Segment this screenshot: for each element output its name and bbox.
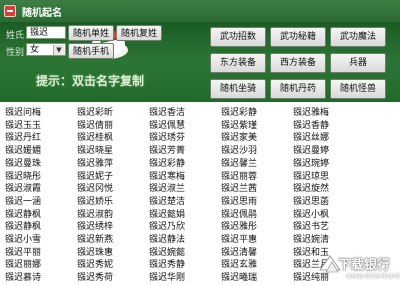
name-item[interactable]: 镪迟小雪: [5, 232, 41, 245]
name-item[interactable]: 镪迟书艺: [293, 219, 329, 232]
martial-manual-button[interactable]: 武功秘籍: [270, 27, 326, 47]
eastern-gear-button[interactable]: 东方装备: [210, 53, 266, 73]
name-item[interactable]: 镪迟华刚: [149, 270, 185, 283]
name-item[interactable]: 镪迟秀静: [149, 257, 185, 270]
name-item[interactable]: 镪迟清馨: [221, 245, 257, 258]
name-item[interactable]: 镪迟静法: [149, 232, 185, 245]
title-bar: 随机起名: [0, 0, 400, 22]
name-item[interactable]: 镪迟丹红: [5, 130, 41, 143]
name-item[interactable]: 镪迟懿娟: [149, 207, 185, 220]
name-item[interactable]: 镪迟平丽: [5, 245, 41, 258]
name-item[interactable]: 镪迟婉清: [293, 232, 329, 245]
surname-label: 姓氏: [6, 31, 25, 41]
random-pill-button[interactable]: 随机丹药: [270, 79, 326, 99]
name-item[interactable]: 镪迟香静: [293, 118, 329, 131]
name-item[interactable]: 镪迟馨兰: [221, 156, 257, 169]
name-item[interactable]: 镪迟淑韵: [77, 207, 113, 220]
name-item[interactable]: 镪迟娇乐: [77, 194, 113, 207]
name-item[interactable]: 镪迟沙羽: [221, 143, 257, 156]
name-item[interactable]: 镪迟晓彤: [5, 169, 41, 182]
gender-select[interactable]: 女 ▼: [26, 43, 66, 56]
name-item[interactable]: 镪迟秀荷: [77, 270, 113, 283]
name-item[interactable]: 镪迟玉玉: [5, 118, 41, 131]
name-item[interactable]: 镪迟佩慧: [149, 118, 185, 131]
name-item[interactable]: 镪迟寒梅: [149, 169, 185, 182]
app-icon: [4, 5, 16, 17]
name-item[interactable]: 镪迟彩昕: [77, 105, 113, 118]
name-item[interactable]: 镪迟曼珠: [5, 156, 41, 169]
name-item[interactable]: 镪迟丝娜: [293, 130, 329, 143]
name-item[interactable]: 镪迟旋然: [293, 181, 329, 194]
surname-input[interactable]: 镪迟: [26, 26, 66, 39]
name-item[interactable]: 镪迟小枫: [293, 207, 329, 220]
name-item[interactable]: 镪迟香洁: [149, 105, 185, 118]
name-item[interactable]: 镪迟问梅: [5, 105, 41, 118]
name-item[interactable]: 镪迟一涵: [5, 194, 41, 207]
name-item[interactable]: 镪迟媛媚: [5, 143, 41, 156]
watermark-url: www.downbank.cn: [346, 272, 400, 280]
window-title: 随机起名: [22, 8, 62, 19]
name-item[interactable]: 镪迟丽娜: [5, 257, 41, 270]
western-gear-button[interactable]: 西方装备: [270, 53, 326, 73]
name-item[interactable]: 镪迟乃欣: [149, 219, 185, 232]
name-item[interactable]: 镪迟玄雅: [221, 257, 257, 270]
name-item[interactable]: 镪迟晓星: [77, 143, 113, 156]
name-item[interactable]: 镪迟彩静: [221, 105, 257, 118]
name-item[interactable]: 镪迟琬婷: [293, 156, 329, 169]
name-item[interactable]: 镪迟慕诗: [5, 270, 41, 283]
name-item[interactable]: 镪迟秀妮: [77, 257, 113, 270]
name-item[interactable]: 镪迟淑兰: [149, 181, 185, 194]
name-item[interactable]: 镪迟雅萍: [77, 156, 113, 169]
name-item[interactable]: 镪迟紫瑾: [221, 118, 257, 131]
name-item[interactable]: 镪迟静枫: [5, 207, 41, 220]
name-item[interactable]: 镪迟平惠: [221, 232, 257, 245]
app-window: 随机起名 姓氏 镪迟 性别 女 ▼ 随机单姓 随机复姓 随机手机 武功招数 武功…: [0, 0, 400, 286]
random-monster-button[interactable]: 随机怪兽: [330, 79, 386, 99]
name-item[interactable]: 镪迟芳菁: [149, 143, 185, 156]
name-item[interactable]: 镪迟彩静: [149, 156, 185, 169]
name-item[interactable]: 镪迟静枫: [5, 219, 41, 232]
name-item[interactable]: 镪迟琼思: [293, 169, 329, 182]
random-mount-button[interactable]: 随机坐骑: [210, 79, 266, 99]
name-item[interactable]: 镪迟雅梅: [293, 105, 329, 118]
name-item[interactable]: 镪迟珠惠: [77, 245, 113, 258]
watermark-text: 下载银行: [338, 258, 391, 273]
name-item[interactable]: 镪迟丽蓉: [221, 169, 257, 182]
name-item[interactable]: 镪迟新燕: [77, 232, 113, 245]
name-item[interactable]: 镪迟淑霞: [5, 181, 41, 194]
name-item[interactable]: 镪迟佩鹃: [221, 207, 257, 220]
name-item[interactable]: 镪迟妮子: [77, 169, 113, 182]
chevron-down-icon[interactable]: ▼: [53, 45, 64, 55]
name-item[interactable]: 镪迟冈悦: [77, 181, 113, 194]
gender-select-value: 女: [30, 45, 40, 55]
name-item[interactable]: 镪迟婉懿: [149, 245, 185, 258]
name-item[interactable]: 镪迟雅彤: [221, 219, 257, 232]
martial-magic-button[interactable]: 武功魔法: [330, 27, 386, 47]
name-item[interactable]: 镪迟家美: [221, 130, 257, 143]
name-item[interactable]: 镪迟思菡: [293, 194, 329, 207]
martial-moves-button[interactable]: 武功招数: [210, 27, 266, 47]
name-item[interactable]: 镪迟曦瑞: [221, 270, 257, 283]
name-item[interactable]: 镪迟绣梓: [77, 219, 113, 232]
name-item[interactable]: 镪迟琇芬: [149, 130, 185, 143]
gender-label: 性别: [6, 48, 25, 58]
random-compound-surname-button[interactable]: 随机复姓: [116, 25, 162, 41]
name-item[interactable]: 镪迟思雨: [221, 194, 257, 207]
random-single-surname-button[interactable]: 随机单姓: [68, 25, 114, 41]
name-item[interactable]: 镪迟兰茜: [221, 181, 257, 194]
name-item[interactable]: 镪迟桂枫: [77, 130, 113, 143]
name-item[interactable]: 镪迟楚洁: [149, 194, 185, 207]
copy-hint: 提示：双击名字复制: [36, 74, 145, 88]
random-phone-button[interactable]: 随机手机: [68, 43, 114, 59]
weapon-button[interactable]: 兵器: [330, 53, 386, 73]
name-item[interactable]: 镪迟倩丽: [77, 118, 113, 131]
control-panel: 姓氏 镪迟 性别 女 ▼ 随机单姓 随机复姓 随机手机 武功招数 武功秘籍 武功…: [0, 22, 400, 102]
name-item[interactable]: 镪迟曼婷: [293, 143, 329, 156]
